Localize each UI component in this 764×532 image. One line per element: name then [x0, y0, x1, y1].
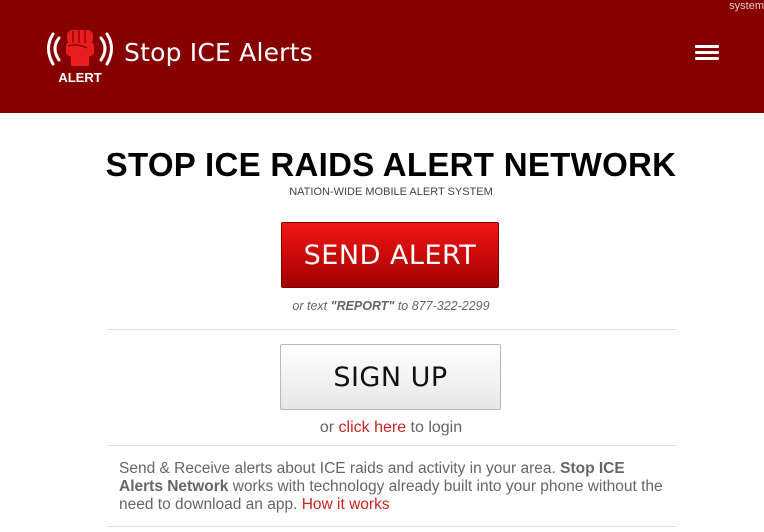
alert-fist-logo-icon[interactable]: ALERT	[47, 24, 113, 86]
sign-up-button[interactable]: SIGN UP	[280, 344, 501, 410]
report-keyword: "REPORT"	[330, 299, 395, 313]
page-subtitle: NATION-WIDE MOBILE ALERT SYSTEM	[289, 186, 493, 198]
how-it-works-link[interactable]: How it works	[302, 496, 390, 513]
brand-name[interactable]: Stop ICE Alerts	[124, 38, 313, 67]
desc-part1: Send & Receive alerts about ICE raids an…	[119, 460, 561, 477]
corner-text: system	[729, 0, 764, 12]
text-report-instruction: or text "REPORT" to 877-322-2299	[0, 299, 764, 313]
page-title: STOP ICE RAIDS ALERT NETWORK	[105, 146, 677, 183]
hamburger-menu-icon[interactable]	[695, 45, 719, 65]
login-line: or click here to login	[0, 419, 764, 437]
text-prefix: or text	[292, 299, 331, 313]
section-divider	[107, 526, 676, 527]
login-link[interactable]: click here	[339, 419, 407, 436]
login-prefix: or	[319, 419, 339, 436]
logo-label: ALERT	[58, 70, 101, 85]
send-alert-button[interactable]: SEND ALERT	[281, 222, 499, 288]
section-divider	[107, 329, 676, 330]
site-header: system ALERT Stop ICE Alerts	[0, 0, 764, 113]
section-divider	[107, 445, 676, 446]
text-suffix: to 877-322-2299	[394, 299, 490, 313]
login-suffix: to login	[406, 419, 463, 436]
description-text: Send & Receive alerts about ICE raids an…	[119, 460, 667, 514]
